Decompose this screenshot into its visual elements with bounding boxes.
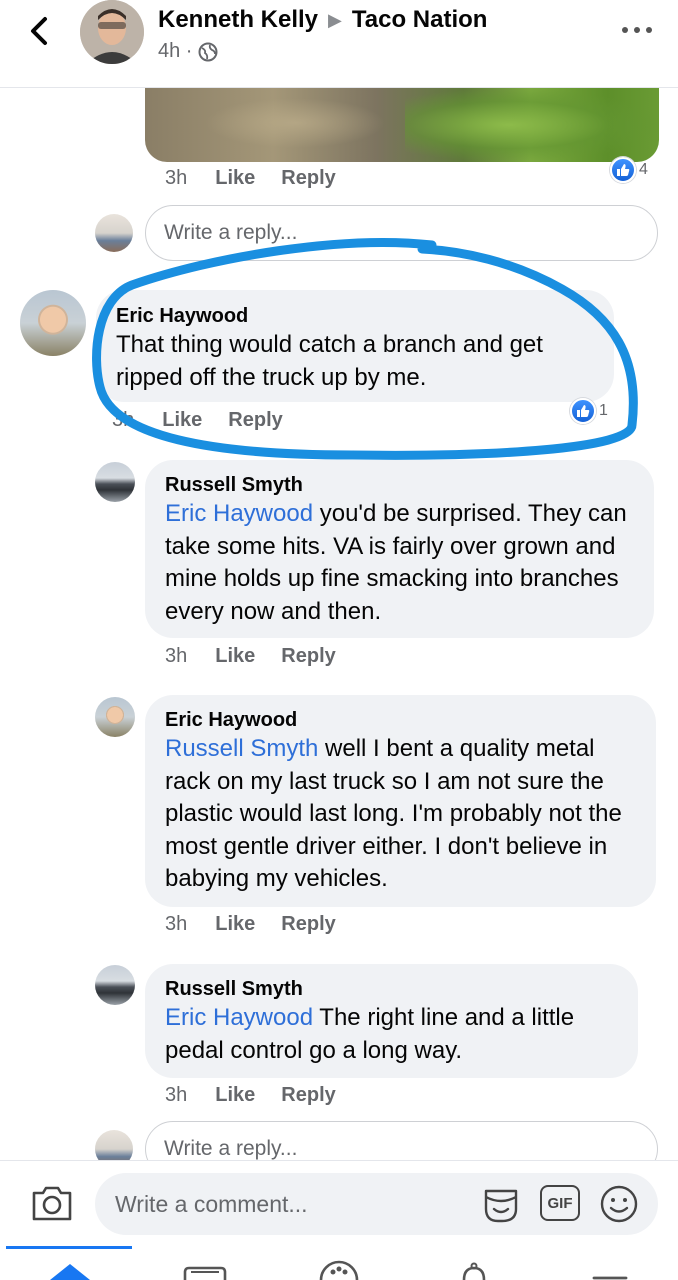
reaction-number: 4 xyxy=(639,161,648,178)
comment-author[interactable]: Russell Smyth xyxy=(165,472,634,498)
comment-time: 3h xyxy=(112,409,135,431)
back-button[interactable] xyxy=(22,14,56,48)
reply-input[interactable]: Write a reply... xyxy=(145,205,658,261)
reply-button[interactable]: Reply xyxy=(281,1084,335,1107)
sticker-icon[interactable] xyxy=(480,1183,522,1225)
marketplace-icon[interactable] xyxy=(175,1258,235,1280)
reply-placeholder: Write a reply... xyxy=(164,221,298,244)
groups-icon[interactable] xyxy=(309,1258,369,1280)
comment-time: 3h xyxy=(165,1084,188,1106)
reply-button[interactable]: Reply xyxy=(281,913,335,936)
post-author-name[interactable]: Kenneth Kelly xyxy=(158,6,318,34)
post-meta: 4h · xyxy=(158,40,218,63)
avatar[interactable] xyxy=(95,462,135,502)
comment-bubble: Eric Haywood Russell Smyth well I bent a… xyxy=(145,695,656,907)
mention-link[interactable]: Russell Smyth xyxy=(165,735,318,762)
comment-time: 3h xyxy=(165,167,188,189)
comment-text: That thing would catch a branch and get … xyxy=(116,331,543,391)
more-icon xyxy=(622,27,628,33)
like-icon xyxy=(610,157,636,183)
avatar[interactable] xyxy=(20,290,86,356)
reaction-count[interactable]: 1 xyxy=(570,398,608,424)
post-header: Kenneth Kelly ▶ Taco Nation 4h · xyxy=(0,0,678,88)
comment-actions: 3h Like Reply xyxy=(112,409,309,432)
comment-time: 3h xyxy=(165,913,188,935)
comment-text: Eric Haywood The right line and a little… xyxy=(165,1002,618,1067)
reply-placeholder: Write a reply... xyxy=(164,1137,298,1160)
mention-link[interactable]: Eric Haywood xyxy=(165,1004,313,1031)
back-arrow-icon xyxy=(31,17,47,45)
comment-composer: Write a comment... GIF xyxy=(0,1160,678,1246)
comment-bubble: Russell Smyth Eric Haywood The right lin… xyxy=(145,964,638,1078)
arrow-right-icon: ▶ xyxy=(328,9,342,30)
group-name[interactable]: Taco Nation xyxy=(352,6,488,34)
comment-photo[interactable] xyxy=(145,88,659,162)
gif-icon[interactable]: GIF xyxy=(540,1185,580,1221)
comment-author[interactable]: Eric Haywood xyxy=(165,707,636,733)
like-button[interactable]: Like xyxy=(215,913,255,936)
globe-icon xyxy=(198,42,218,61)
more-button[interactable] xyxy=(622,20,652,40)
gif-label: GIF xyxy=(547,1194,573,1212)
comment-author[interactable]: Russell Smyth xyxy=(165,976,618,1002)
comment-actions: 3h Like Reply xyxy=(165,167,362,190)
header-title: Kenneth Kelly ▶ Taco Nation xyxy=(158,6,487,34)
reply-button[interactable]: Reply xyxy=(281,645,335,668)
comment-text: Russell Smyth well I bent a quality meta… xyxy=(165,733,636,896)
like-button[interactable]: Like xyxy=(215,645,255,668)
avatar[interactable] xyxy=(95,965,135,1005)
menu-icon[interactable] xyxy=(580,1258,640,1280)
like-button[interactable]: Like xyxy=(215,1084,255,1107)
like-button[interactable]: Like xyxy=(215,167,255,190)
home-icon[interactable] xyxy=(40,1258,100,1280)
comment-placeholder: Write a comment... xyxy=(115,1190,308,1217)
reply-button[interactable]: Reply xyxy=(281,167,335,190)
like-button[interactable]: Like xyxy=(162,409,202,432)
comment-author[interactable]: Eric Haywood xyxy=(116,303,594,329)
camera-icon xyxy=(32,1186,72,1221)
comment-text: Eric Haywood you'd be surprised. They ca… xyxy=(165,498,634,628)
comment-actions: 3h Like Reply xyxy=(165,1084,362,1107)
comment-bubble: Russell Smyth Eric Haywood you'd be surp… xyxy=(145,460,654,638)
like-icon xyxy=(570,398,596,424)
my-avatar xyxy=(95,214,133,252)
author-avatar[interactable] xyxy=(80,0,144,64)
reaction-count[interactable]: 4 xyxy=(610,157,648,183)
comment-bubble: Eric Haywood That thing would catch a br… xyxy=(96,290,614,402)
reaction-number: 1 xyxy=(599,402,608,419)
mention-link[interactable]: Eric Haywood xyxy=(165,500,313,527)
comment-actions: 3h Like Reply xyxy=(165,645,362,668)
bottom-tab-bar xyxy=(0,1246,678,1280)
notifications-icon[interactable] xyxy=(444,1258,504,1280)
reply-button[interactable]: Reply xyxy=(228,409,282,432)
post-time: 4h · xyxy=(158,40,193,62)
active-tab-indicator xyxy=(6,1246,132,1249)
emoji-icon[interactable] xyxy=(598,1183,640,1225)
comment-time: 3h xyxy=(165,645,188,667)
avatar[interactable] xyxy=(95,697,135,737)
comment-actions: 3h Like Reply xyxy=(165,913,362,936)
camera-button[interactable] xyxy=(30,1183,74,1223)
